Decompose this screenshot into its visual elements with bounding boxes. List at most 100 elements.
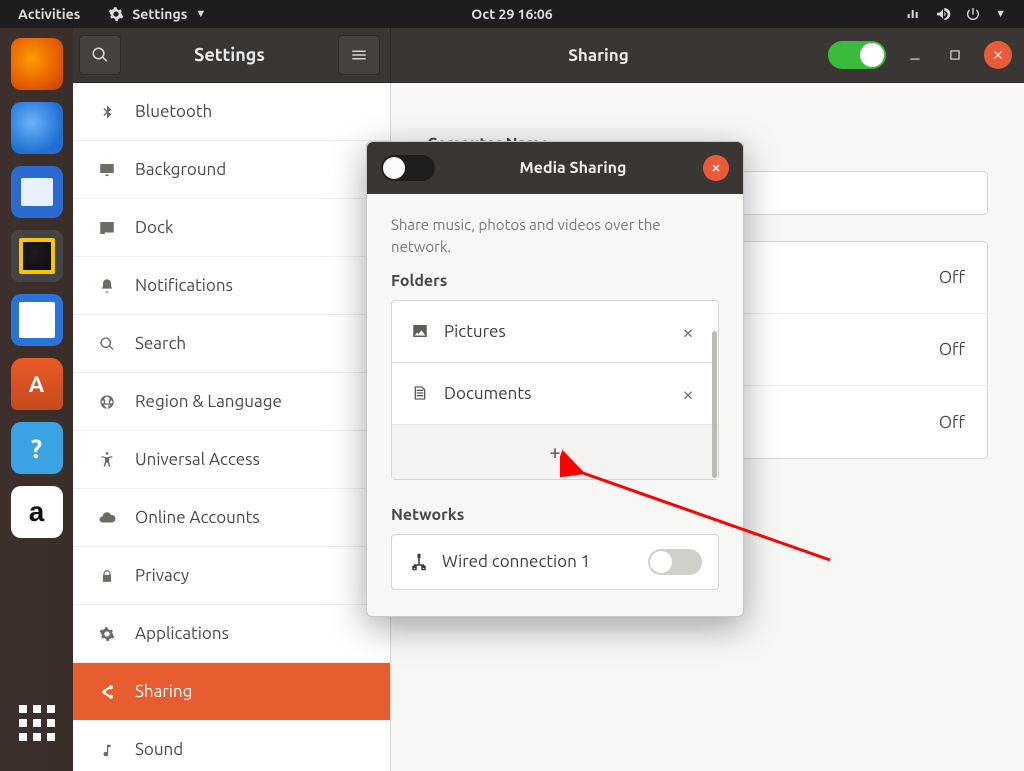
headerbar-left: Settings <box>73 28 391 82</box>
service-state: Off <box>939 413 965 432</box>
pictures-icon <box>410 322 430 340</box>
folder-label: Pictures <box>444 322 676 341</box>
wired-network-icon <box>408 553 430 571</box>
music-icon <box>97 742 117 758</box>
sidebar-item-sound[interactable]: Sound <box>73 721 390 771</box>
sidebar-item-search[interactable]: Search <box>73 315 390 373</box>
search-icon <box>97 336 117 352</box>
minimize-button[interactable] <box>904 44 926 66</box>
folders-heading: Folders <box>391 272 719 290</box>
activities-button[interactable]: Activities <box>0 6 98 22</box>
dialog-headerbar: Media Sharing <box>367 142 743 194</box>
sidebar-item-label: Bluetooth <box>135 102 212 121</box>
dock-files[interactable] <box>11 166 63 218</box>
sidebar-item-label: Universal Access <box>135 450 260 469</box>
sidebar-item-label: Privacy <box>135 566 189 585</box>
sidebar-item-label: Online Accounts <box>135 508 260 527</box>
dialog-title: Media Sharing <box>443 159 703 177</box>
settings-headerbar: Settings Sharing <box>73 28 1024 83</box>
system-tray: ▼ <box>905 6 1024 22</box>
sidebar-item-label: Region & Language <box>135 392 282 411</box>
power-icon[interactable] <box>965 6 981 22</box>
sidebar-item-label: Notifications <box>135 276 233 295</box>
panel-title: Sharing <box>391 46 806 65</box>
settings-title: Settings <box>127 45 332 65</box>
folder-row-pictures[interactable]: Pictures × <box>392 301 718 363</box>
app-menu-caret-icon: ▼ <box>195 8 206 20</box>
sidebar-item-label: Sharing <box>135 682 192 701</box>
dock-icon <box>97 219 117 237</box>
app-grid-icon <box>19 705 55 741</box>
ubuntu-dock <box>0 28 73 771</box>
search-button[interactable] <box>79 35 121 75</box>
dock-amazon[interactable] <box>11 486 63 538</box>
sidebar-item-online-accounts[interactable]: Online Accounts <box>73 489 390 547</box>
maximize-icon <box>948 48 962 62</box>
documents-icon <box>410 384 430 402</box>
maximize-button[interactable] <box>944 44 966 66</box>
sidebar-item-label: Applications <box>135 624 229 643</box>
dialog-description: Share music, photos and videos over the … <box>391 214 719 258</box>
dialog-body: Share music, photos and videos over the … <box>367 194 743 616</box>
gnome-topbar: Activities Settings ▼ Oct 29 16:06 ▼ <box>0 0 1024 28</box>
share-icon <box>97 684 117 700</box>
dock-firefox[interactable] <box>11 38 63 90</box>
cloud-icon <box>97 509 117 527</box>
dock-thunderbird[interactable] <box>11 102 63 154</box>
sidebar-item-sharing[interactable]: Sharing <box>73 663 390 721</box>
sidebar-item-label: Search <box>135 334 186 353</box>
dock-rhythmbox[interactable] <box>11 230 63 282</box>
media-sharing-toggle[interactable] <box>381 155 435 181</box>
network-toggle[interactable] <box>648 549 702 575</box>
sharing-master-toggle[interactable] <box>828 41 886 69</box>
media-sharing-dialog: Media Sharing Share music, photos and vi… <box>366 141 744 617</box>
sidebar-item-label: Sound <box>135 740 183 759</box>
sidebar-item-applications[interactable]: Applications <box>73 605 390 663</box>
accessibility-icon <box>97 452 117 468</box>
search-icon <box>91 46 109 64</box>
sidebar-item-label: Dock <box>135 218 173 237</box>
dock-help[interactable] <box>11 422 63 474</box>
sidebar-item-universal-access[interactable]: Universal Access <box>73 431 390 489</box>
hamburger-button[interactable] <box>338 35 380 75</box>
app-menu-label: Settings <box>132 6 187 22</box>
hamburger-icon <box>350 46 368 64</box>
sidebar-item-background[interactable]: Background <box>73 141 390 199</box>
globe-icon <box>97 394 117 410</box>
folder-row-documents[interactable]: Documents × <box>392 363 718 425</box>
sidebar-item-region-language[interactable]: Region & Language <box>73 373 390 431</box>
folders-list: Pictures × Documents × + <box>391 300 719 480</box>
network-row: Wired connection 1 <box>391 534 719 590</box>
gear-icon <box>97 626 117 642</box>
volume-icon[interactable] <box>935 6 951 22</box>
sidebar-item-label: Background <box>135 160 226 179</box>
app-menu[interactable]: Settings ▼ <box>98 6 216 22</box>
dock-app-grid[interactable] <box>11 697 63 749</box>
add-folder-button[interactable]: + <box>392 425 718 479</box>
service-state: Off <box>939 340 965 359</box>
service-state: Off <box>939 268 965 287</box>
close-button[interactable] <box>984 41 1012 69</box>
close-icon <box>991 48 1005 62</box>
sidebar-item-notifications[interactable]: Notifications <box>73 257 390 315</box>
networks-heading: Networks <box>391 506 719 524</box>
dialog-close-button[interactable] <box>703 155 729 181</box>
bell-icon <box>97 278 117 294</box>
network-icon[interactable] <box>905 6 921 22</box>
sidebar-item-bluetooth[interactable]: Bluetooth <box>73 83 390 141</box>
network-name: Wired connection 1 <box>442 552 590 571</box>
dock-ubuntu-software[interactable] <box>11 358 63 410</box>
clock[interactable]: Oct 29 16:06 <box>471 6 552 22</box>
dock-libreoffice-writer[interactable] <box>11 294 63 346</box>
remove-folder-button[interactable]: × <box>676 320 700 343</box>
folder-label: Documents <box>444 384 676 403</box>
minimize-icon <box>908 48 922 62</box>
sidebar-item-dock[interactable]: Dock <box>73 199 390 257</box>
tray-caret-icon[interactable]: ▼ <box>995 8 1006 20</box>
settings-app-icon <box>108 6 124 22</box>
sidebar-item-privacy[interactable]: Privacy <box>73 547 390 605</box>
close-icon <box>710 162 722 174</box>
settings-sidebar: Bluetooth Background Dock Notifications … <box>73 83 391 771</box>
remove-folder-button[interactable]: × <box>676 382 700 405</box>
lock-icon <box>97 568 117 584</box>
